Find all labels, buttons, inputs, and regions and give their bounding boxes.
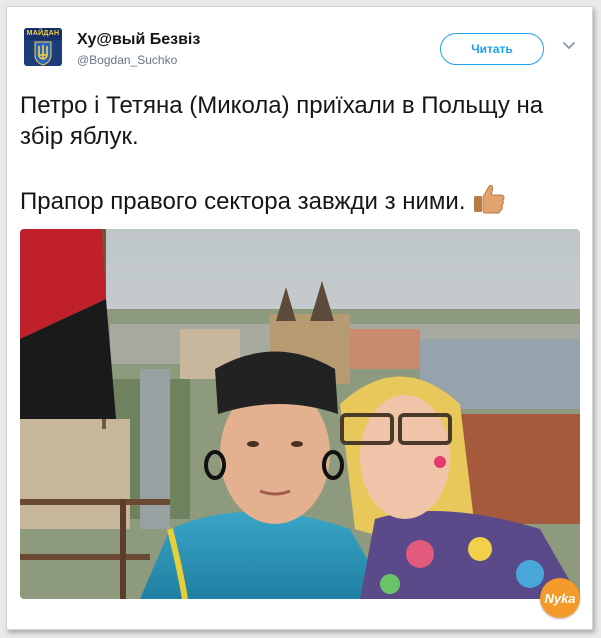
- trident-emblem-icon: [34, 41, 52, 66]
- watermark-logo: Nyka: [540, 578, 580, 618]
- author-name[interactable]: Ху@вый Безвіз: [77, 31, 200, 49]
- tweet-photo[interactable]: [20, 229, 580, 599]
- selfie-photo-image: [20, 229, 580, 599]
- thumbs-up-icon: [472, 183, 506, 223]
- author-handle[interactable]: @Bogdan_Suchko: [77, 53, 177, 67]
- chevron-down-icon[interactable]: [562, 41, 576, 51]
- follow-button[interactable]: Читать: [440, 33, 544, 65]
- avatar[interactable]: МАЙДАН: [24, 28, 62, 66]
- tweet-line-2-wrap: Прапор правого сектора завжди з ними.: [20, 183, 580, 223]
- tweet-text: Петро і Тетяна (Микола) приїхали в Польщ…: [20, 90, 580, 223]
- tweet-line-2: Прапор правого сектора завжди з ними.: [20, 188, 466, 215]
- tweet-line-1: Петро і Тетяна (Микола) приїхали в Польщ…: [20, 92, 544, 150]
